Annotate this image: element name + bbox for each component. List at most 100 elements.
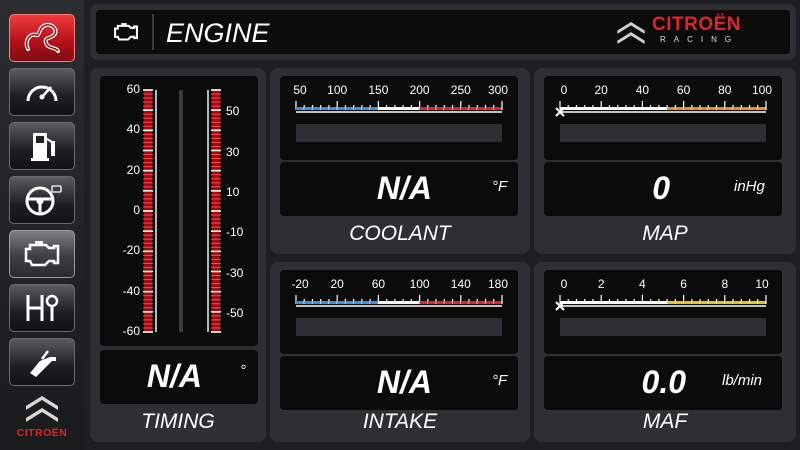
scale-color-segment <box>345 107 354 110</box>
timing-value: N/A <box>146 358 202 394</box>
fuel-pump-icon <box>31 133 55 161</box>
timing-left-scale-label: -20 <box>122 243 140 258</box>
timing-left-scale-label: -60 <box>122 324 140 338</box>
scale-color-segment <box>378 301 387 304</box>
scale-color-segment <box>296 107 305 110</box>
intake-value: N/A <box>376 364 432 400</box>
scale-color-segment <box>675 301 684 304</box>
scale-color-segment <box>708 107 717 110</box>
coolant-value: N/A <box>376 170 432 206</box>
racetrack-icon <box>24 22 60 53</box>
sidebar-item-fuel-nozzle[interactable] <box>9 338 75 386</box>
timing-unit: ° <box>240 362 246 379</box>
scale-color-segment <box>716 301 725 304</box>
scale-color-segment <box>625 301 635 304</box>
scale-color-segment <box>634 107 643 110</box>
sidebar-item-engine[interactable] <box>9 230 75 278</box>
scale-color-segment <box>320 107 329 110</box>
brand-subtitle: RACING <box>660 35 740 44</box>
scale-color-segment <box>493 301 502 304</box>
scale-color-segment <box>394 301 404 304</box>
header-engine-icon <box>100 14 154 50</box>
scale-color-segment <box>609 107 618 110</box>
scale-color-segment <box>749 107 758 110</box>
scale-color-segment <box>642 107 651 110</box>
scale-color-segment <box>650 301 659 304</box>
coolant-unit: °F <box>492 178 508 195</box>
scale-color-segment <box>477 107 486 110</box>
map-label: MAP <box>642 222 688 245</box>
header: ENGINE CITROËN RACING <box>90 4 796 60</box>
intake-scale-graphic <box>295 295 503 307</box>
scale-color-segment <box>634 301 643 304</box>
timing-right-scale-label: 10 <box>226 184 240 199</box>
timing-right-scale-label: -10 <box>226 225 244 240</box>
sidebar-item-steering[interactable] <box>9 176 75 224</box>
citroen-logo: CITROËN <box>6 392 78 448</box>
scale-color-segment <box>691 107 701 110</box>
scale-color-segment <box>485 301 494 304</box>
scale-color-segment <box>625 107 635 110</box>
scale-color-segment <box>584 301 593 304</box>
scale-color-segment <box>568 301 577 304</box>
sidebar-item-fuel[interactable] <box>9 122 75 170</box>
scale-color-segment <box>749 301 758 304</box>
intake-panel[interactable]: -20 20 60 100 140 180 N/A °F INTAKE <box>270 262 530 442</box>
sidebar-logo-text: CITROËN <box>16 427 68 439</box>
scale-color-segment <box>444 107 453 110</box>
scale-color-segment <box>436 301 445 304</box>
timing-value-box: N/A ° <box>100 350 258 404</box>
maf-value: 0.0 <box>641 364 686 400</box>
scale-color-segment <box>667 301 676 304</box>
intake-unit: °F <box>492 372 508 389</box>
scale-color-segment <box>304 301 313 304</box>
scale-color-segment <box>427 107 437 110</box>
timing-right-scale-label: -30 <box>226 265 244 280</box>
scale-color-segment <box>733 107 742 110</box>
scale-color-segment <box>436 107 445 110</box>
scale-color-segment <box>700 301 709 304</box>
scale-color-segment <box>741 107 750 110</box>
scale-color-segment <box>296 301 305 304</box>
map-panel[interactable]: 0 20 40 60 80 100 0 inHg MAP <box>534 68 796 254</box>
map-value-box: 0 inHg <box>544 162 782 216</box>
scale-color-segment <box>337 107 346 110</box>
timing-panel[interactable]: 60 40 20 0 -20 -40 -60 50 30 10 -10 -30 -50 N/A ° T… <box>90 68 266 442</box>
scale-color-segment <box>469 301 478 304</box>
intake-gauge: -20 20 60 100 140 180 <box>280 270 518 354</box>
map-value: 0 <box>652 170 670 206</box>
timing-center-track <box>179 90 183 332</box>
timing-label: TIMING <box>141 410 215 433</box>
scale-color-segment <box>444 301 453 304</box>
sidebar-item-gearbox[interactable] <box>9 284 75 332</box>
maf-panel[interactable]: 0 2 4 6 8 10 0.0 lb/min MAF <box>534 262 796 442</box>
scale-color-segment <box>691 301 701 304</box>
scale-color-segment <box>724 301 734 304</box>
sidebar-item-racetrack[interactable] <box>9 14 75 62</box>
scale-color-segment <box>601 301 610 304</box>
scale-color-segment <box>411 107 420 110</box>
citroen-chevrons-icon <box>26 396 58 422</box>
citroen-racing-logo: CITROËN RACING <box>610 14 770 50</box>
scale-color-segment <box>650 107 659 110</box>
scale-color-segment <box>741 301 750 304</box>
intake-value-box: N/A °F <box>280 356 518 410</box>
sidebar-item-speedometer[interactable] <box>9 68 75 116</box>
scale-color-segment <box>403 107 412 110</box>
map-scale-graphic <box>555 101 767 117</box>
map-gauge: 0 20 40 60 80 100 <box>544 76 782 160</box>
fuel-nozzle-icon <box>30 350 56 377</box>
scale-color-segment <box>312 301 321 304</box>
timing-right-scale-label: 50 <box>226 104 240 119</box>
scale-color-segment <box>361 107 371 110</box>
intake-track <box>296 318 502 336</box>
coolant-track <box>296 124 502 142</box>
scale-color-segment <box>683 301 692 304</box>
scale-color-segment <box>485 107 494 110</box>
maf-label: MAF <box>642 410 688 433</box>
map-track <box>560 124 766 142</box>
scale-color-segment <box>617 301 626 304</box>
scale-color-segment <box>411 301 420 304</box>
coolant-panel[interactable]: 50 100 150 200 250 300 N/A °F COOLANT <box>270 68 530 254</box>
timing-gauge: 60 40 20 0 -20 -40 -60 50 30 10 -10 -30 -50 <box>100 76 258 346</box>
